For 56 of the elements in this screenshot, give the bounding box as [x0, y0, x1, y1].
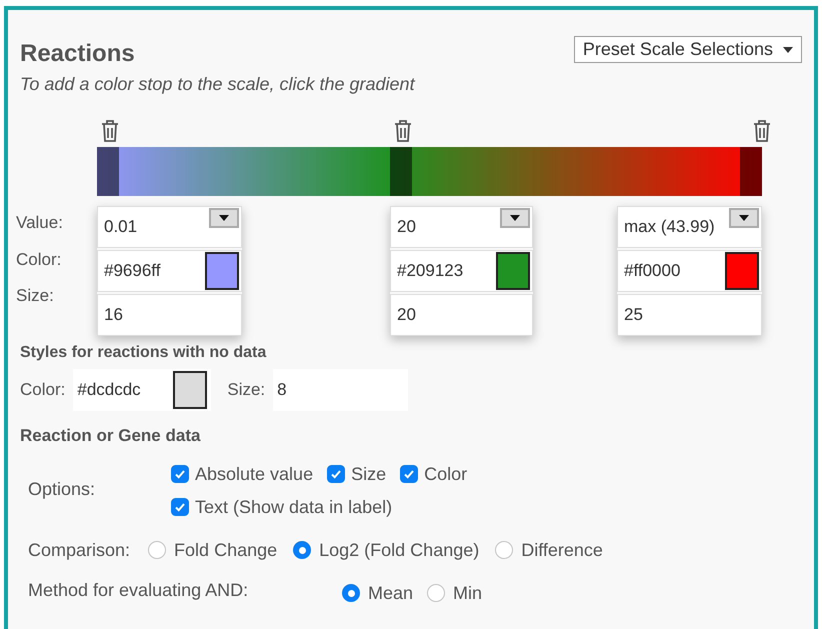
caret-icon: [219, 215, 229, 221]
value-field[interactable]: max (43.99): [617, 206, 762, 248]
field-label: Color:: [20, 379, 66, 402]
color-swatch[interactable]: [205, 252, 239, 290]
size-field[interactable]: 25: [617, 294, 762, 336]
radio-label: Difference: [521, 538, 603, 562]
panel-title: Reactions: [20, 40, 135, 68]
checkbox-label: Absolute value: [195, 462, 314, 486]
field-label: Method for evaluating AND:: [28, 578, 250, 602]
checkbox-label: Text (Show data in label): [195, 496, 392, 519]
caret-icon: [739, 215, 749, 221]
radio-button[interactable]: [427, 584, 446, 602]
field-label: Size:: [227, 379, 266, 402]
radio-label: Min: [453, 582, 482, 604]
radio-button[interactable]: [495, 541, 514, 559]
size-field[interactable]: 16: [97, 294, 242, 336]
checkbox-label: Color: [424, 462, 468, 486]
section-heading: Styles for reactions with no data: [20, 343, 268, 363]
field-label: Value:: [16, 212, 63, 234]
field-label: Color:: [16, 248, 62, 270]
dropdown-button[interactable]: [209, 208, 239, 228]
field-label: Comparison:: [28, 538, 130, 562]
checkbox[interactable]: [400, 465, 418, 483]
radio-label: Log2 (Fold Change): [319, 538, 480, 562]
trash-icon[interactable]: [100, 119, 120, 143]
radio-button[interactable]: [293, 541, 312, 559]
stop-handle[interactable]: [740, 147, 762, 196]
dropdown-button[interactable]: [500, 208, 530, 228]
color-swatch[interactable]: [173, 371, 208, 409]
color-swatch[interactable]: [496, 252, 530, 290]
checkbox[interactable]: [171, 465, 189, 483]
size-field[interactable]: 20: [390, 294, 533, 336]
trash-icon[interactable]: [393, 119, 413, 143]
hint-text: To add a color stop to the scale, click the gradient: [19, 73, 416, 96]
dropdown-button[interactable]: [729, 208, 759, 228]
checkbox[interactable]: [327, 465, 346, 483]
radio-button[interactable]: [342, 584, 360, 602]
color-gradient[interactable]: [97, 147, 762, 196]
radio-label: Mean: [368, 582, 414, 604]
caret-icon: [510, 215, 520, 221]
value-field[interactable]: 0.01: [97, 206, 242, 248]
radio-button[interactable]: [148, 541, 166, 559]
stop-handle[interactable]: [97, 147, 119, 196]
preset-dropdown[interactable]: Preset Scale Selections: [574, 36, 802, 63]
value-field[interactable]: 20: [390, 206, 533, 248]
checkbox[interactable]: [171, 498, 189, 516]
trash-icon[interactable]: [752, 119, 772, 143]
stop-handle[interactable]: [390, 147, 412, 196]
section-heading: Reaction or Gene data: [20, 425, 202, 447]
field-label: Options:: [28, 478, 96, 501]
caret-icon: [783, 46, 793, 52]
size-field[interactable]: 8: [273, 369, 408, 411]
checkbox-label: Size: [351, 462, 386, 486]
color-swatch[interactable]: [725, 252, 759, 290]
field-label: Size:: [16, 285, 55, 307]
radio-label: Fold Change: [174, 538, 278, 562]
